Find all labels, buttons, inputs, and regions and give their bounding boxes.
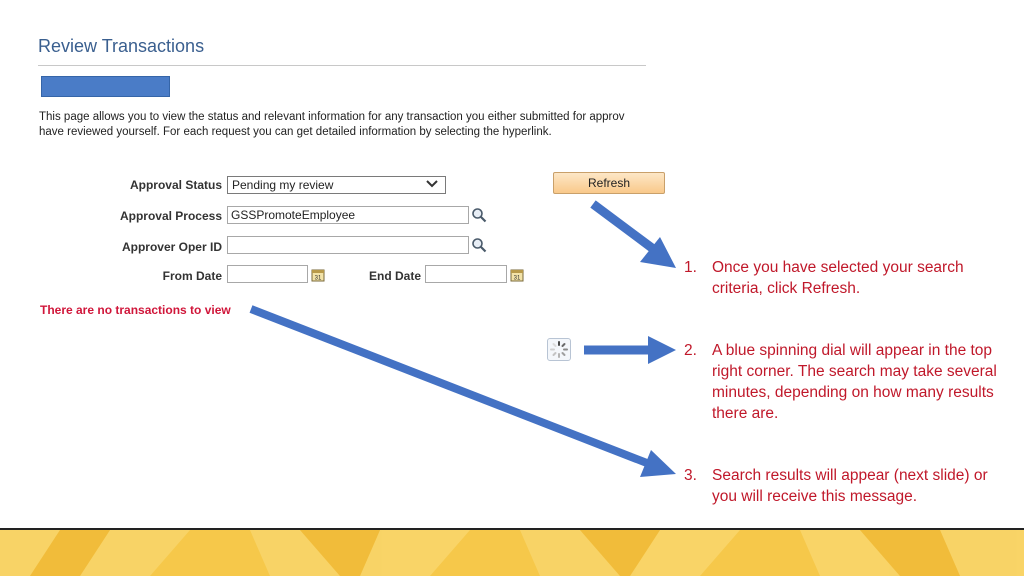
annotation-text: Once you have selected your search crite…: [712, 259, 964, 297]
annotation-number: 2.: [684, 342, 697, 359]
arrow-to-note-1: [590, 200, 655, 252]
annotation-text: Search results will appear (next slide) …: [712, 467, 988, 505]
annotation-2: 2. A blue spinning dial will appear in t…: [684, 340, 1012, 424]
annotation-3: 3. Search results will appear (next slid…: [684, 465, 1012, 507]
arrow-to-note-3: [249, 305, 654, 469]
annotation-text: A blue spinning dial will appear in the …: [712, 342, 997, 422]
annotation-number: 1.: [684, 259, 697, 276]
annotation-number: 3.: [684, 467, 697, 484]
arrow-head-2: [648, 336, 676, 364]
annotation-1: 1. Once you have selected your search cr…: [684, 257, 1012, 299]
footer-pattern: [0, 530, 1024, 576]
footer-banner: [0, 528, 1024, 576]
